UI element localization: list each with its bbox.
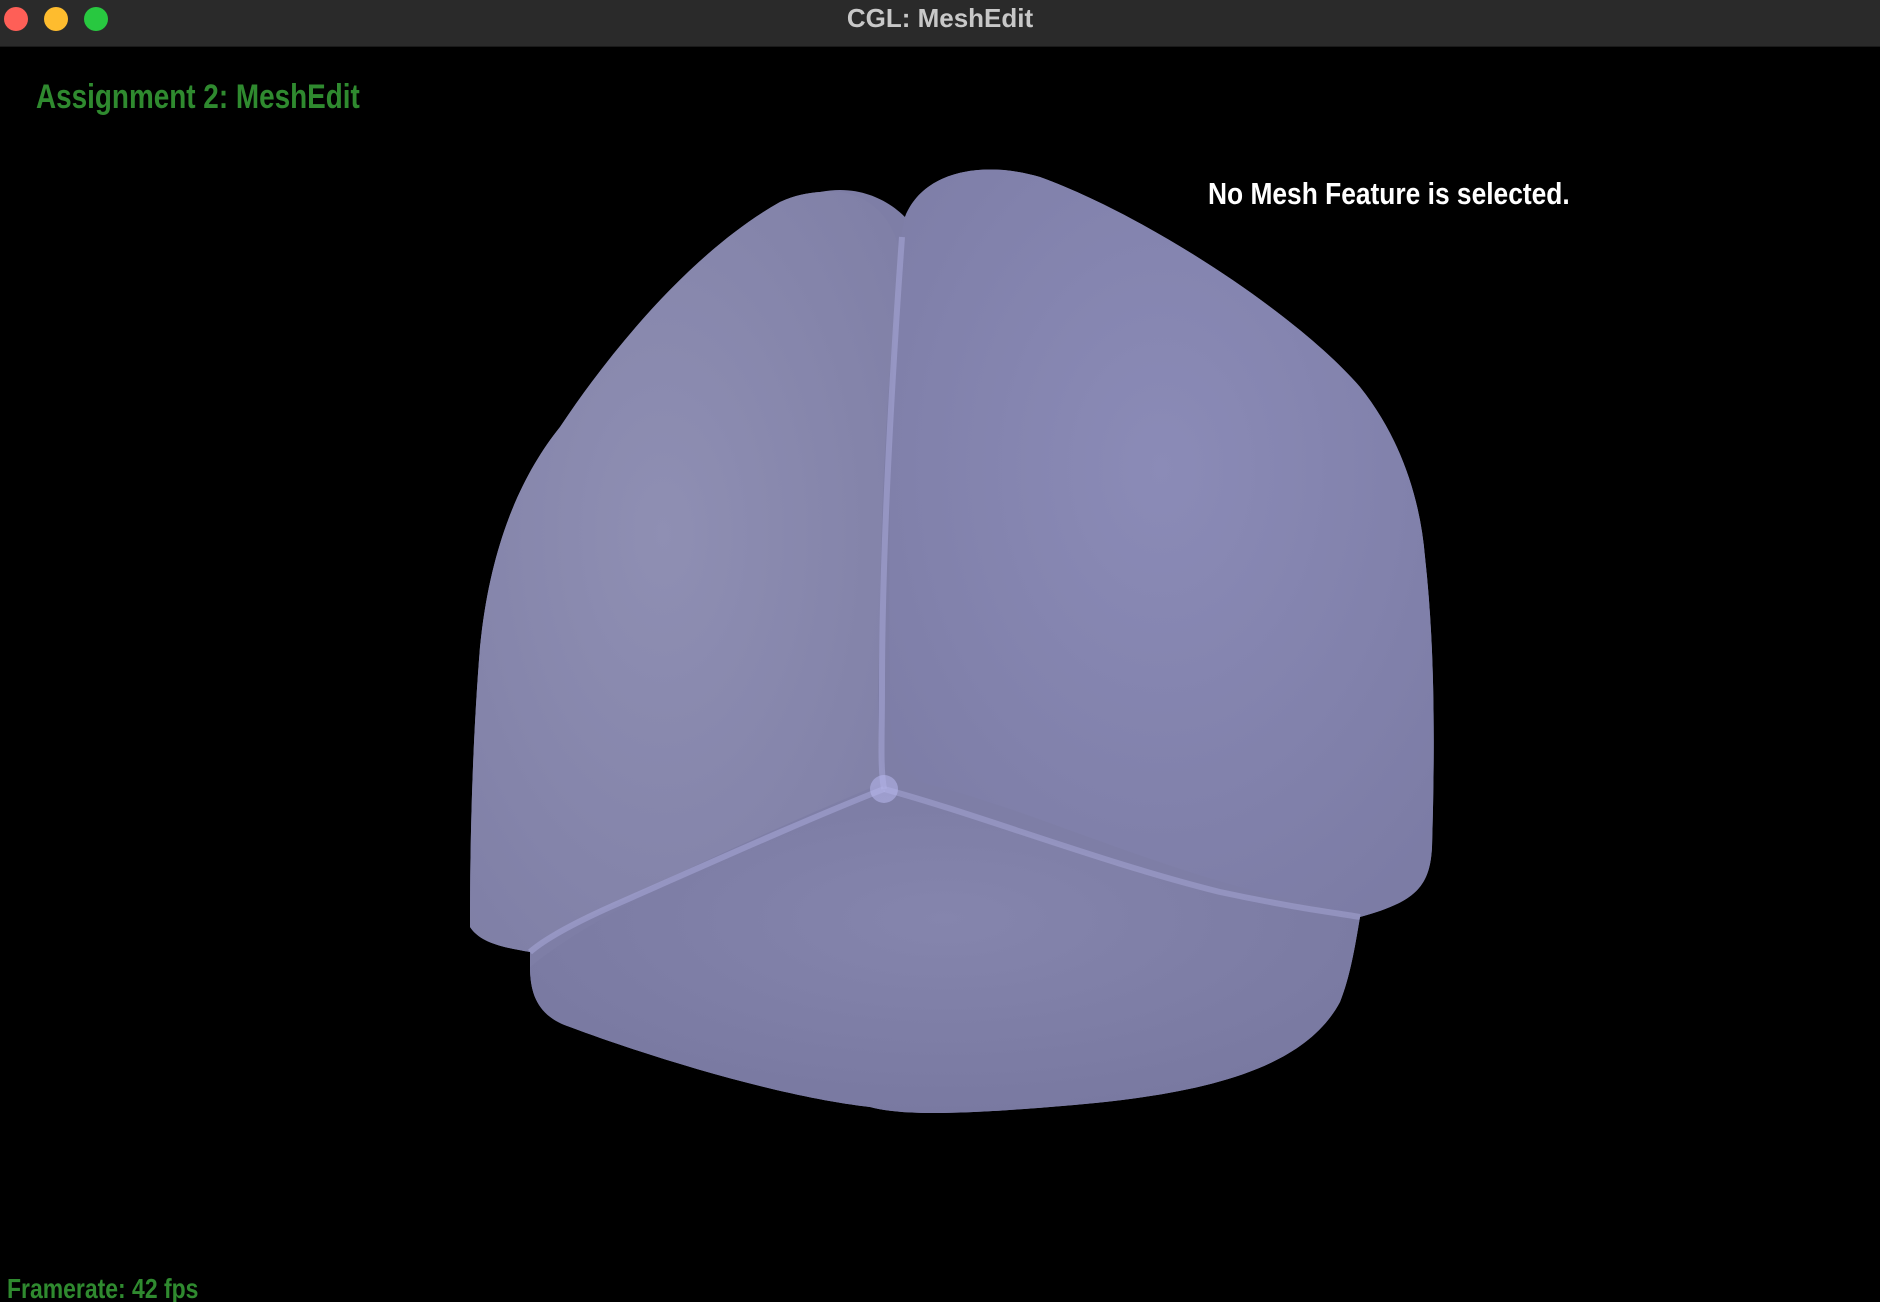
mesh-render[interactable] [0, 47, 1880, 1302]
window-title: CGL: MeshEdit [846, 3, 1034, 33]
title-bar[interactable]: CGL: MeshEdit [0, 0, 1880, 47]
selection-status: No Mesh Feature is selected. [1208, 176, 1570, 211]
framerate-label: Framerate: 42 fps [7, 1273, 199, 1302]
app-window: CGL: MeshEdit Assignment 2: MeshEdit No … [0, 0, 1880, 1302]
3d-viewport[interactable]: Assignment 2: MeshEdit No Mesh Feature i… [0, 47, 1880, 1302]
mesh-body [470, 169, 1434, 1114]
assignment-title: Assignment 2: MeshEdit [36, 78, 360, 116]
